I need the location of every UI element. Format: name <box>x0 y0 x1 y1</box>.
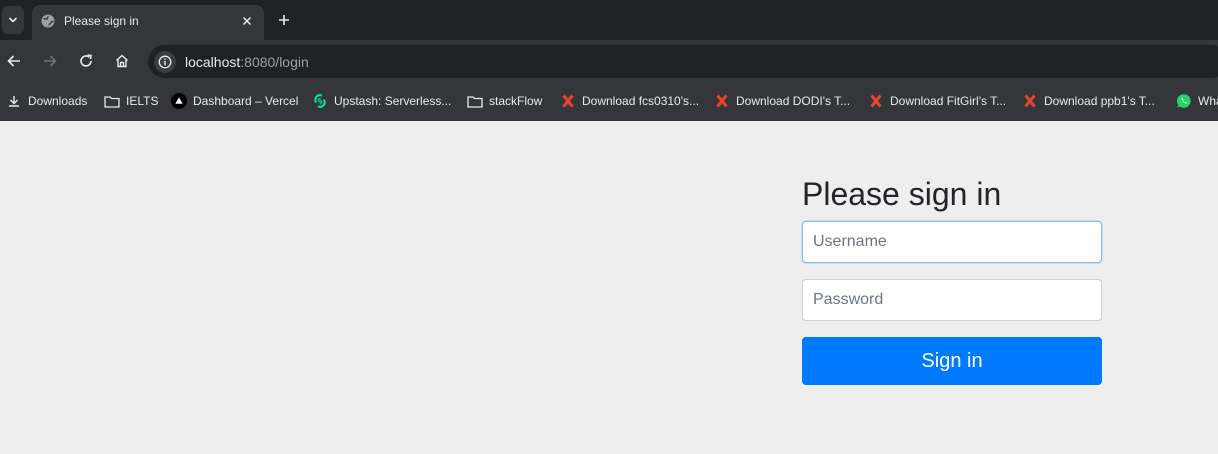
bookmark-label: IELTS <box>126 94 159 108</box>
bookmark-downloads[interactable]: Downloads <box>6 93 87 109</box>
bookmark-ielts[interactable]: IELTS <box>104 93 158 109</box>
bookmark-whatsapp[interactable]: Wha <box>1176 93 1218 109</box>
url-host: localhost <box>185 54 241 70</box>
home-button[interactable] <box>112 51 132 71</box>
forward-button[interactable] <box>40 51 60 71</box>
folder-icon <box>467 93 483 109</box>
chevron-down-icon <box>8 17 18 23</box>
page-content: Please sign in Sign in <box>0 121 1218 454</box>
x-logo-icon <box>714 93 730 109</box>
bookmarks-bar: Downloads IELTS Dashboard – Vercel Upsta… <box>0 81 1218 121</box>
bookmark-vercel-dashboard[interactable]: Dashboard – Vercel <box>171 93 298 109</box>
bookmark-download-fcs0310[interactable]: Download fcs0310's... <box>560 93 699 109</box>
x-logo-icon <box>560 93 576 109</box>
x-logo-icon <box>1022 93 1038 109</box>
bookmark-label: Download DODI's T... <box>736 94 851 108</box>
arrow-right-icon <box>44 55 57 67</box>
browser-tabstrip: Please sign in <box>0 0 1218 40</box>
browser-toolbar: localhost:8080/login <box>0 40 1218 81</box>
active-tab[interactable]: Please sign in <box>32 5 264 40</box>
globe-icon <box>41 14 55 28</box>
close-tab-button[interactable] <box>238 12 256 30</box>
address-bar[interactable]: localhost:8080/login <box>148 45 1218 78</box>
new-tab-button[interactable] <box>274 10 294 30</box>
whatsapp-icon <box>1176 93 1192 109</box>
download-icon <box>6 93 22 109</box>
bookmark-label: Download fcs0310's... <box>582 94 700 108</box>
vercel-icon <box>171 93 187 109</box>
bookmark-download-ppb1[interactable]: Download ppb1's T... <box>1022 93 1155 109</box>
bookmark-stackflow[interactable]: stackFlow <box>467 93 542 109</box>
plus-icon <box>279 15 289 25</box>
info-icon <box>158 55 172 69</box>
password-input[interactable] <box>802 279 1102 321</box>
sign-in-button[interactable]: Sign in <box>802 337 1102 385</box>
bookmark-download-fitgirl[interactable]: Download FitGirl's T... <box>868 93 1006 109</box>
bookmark-label: Download ppb1's T... <box>1044 94 1155 108</box>
reload-button[interactable] <box>76 51 96 71</box>
bookmark-label: Downloads <box>28 94 88 108</box>
x-logo-icon <box>868 93 884 109</box>
back-button[interactable] <box>4 51 24 71</box>
bookmark-label: Upstash: Serverless... <box>334 94 452 108</box>
username-input[interactable] <box>802 221 1102 263</box>
folder-icon <box>104 93 120 109</box>
home-icon <box>116 54 128 68</box>
reload-icon <box>80 54 92 67</box>
url-path: :8080/login <box>240 54 309 70</box>
bookmark-label: stackFlow <box>489 94 543 108</box>
bookmark-label: Download FitGirl's T... <box>890 94 1007 108</box>
page-title: Please sign in <box>802 176 1002 212</box>
url-text: localhost:8080/login <box>185 54 309 70</box>
tab-search-button[interactable] <box>2 6 24 34</box>
site-info-button[interactable] <box>154 51 176 73</box>
bookmark-label: Wha <box>1198 94 1218 108</box>
close-icon <box>242 16 252 26</box>
bookmark-download-dodi[interactable]: Download DODI's T... <box>714 93 850 109</box>
tab-title: Please sign in <box>64 14 139 28</box>
upstash-icon <box>312 93 328 109</box>
bookmark-label: Dashboard – Vercel <box>193 94 299 108</box>
arrow-left-icon <box>7 55 20 67</box>
bookmark-upstash[interactable]: Upstash: Serverless... <box>312 93 451 109</box>
